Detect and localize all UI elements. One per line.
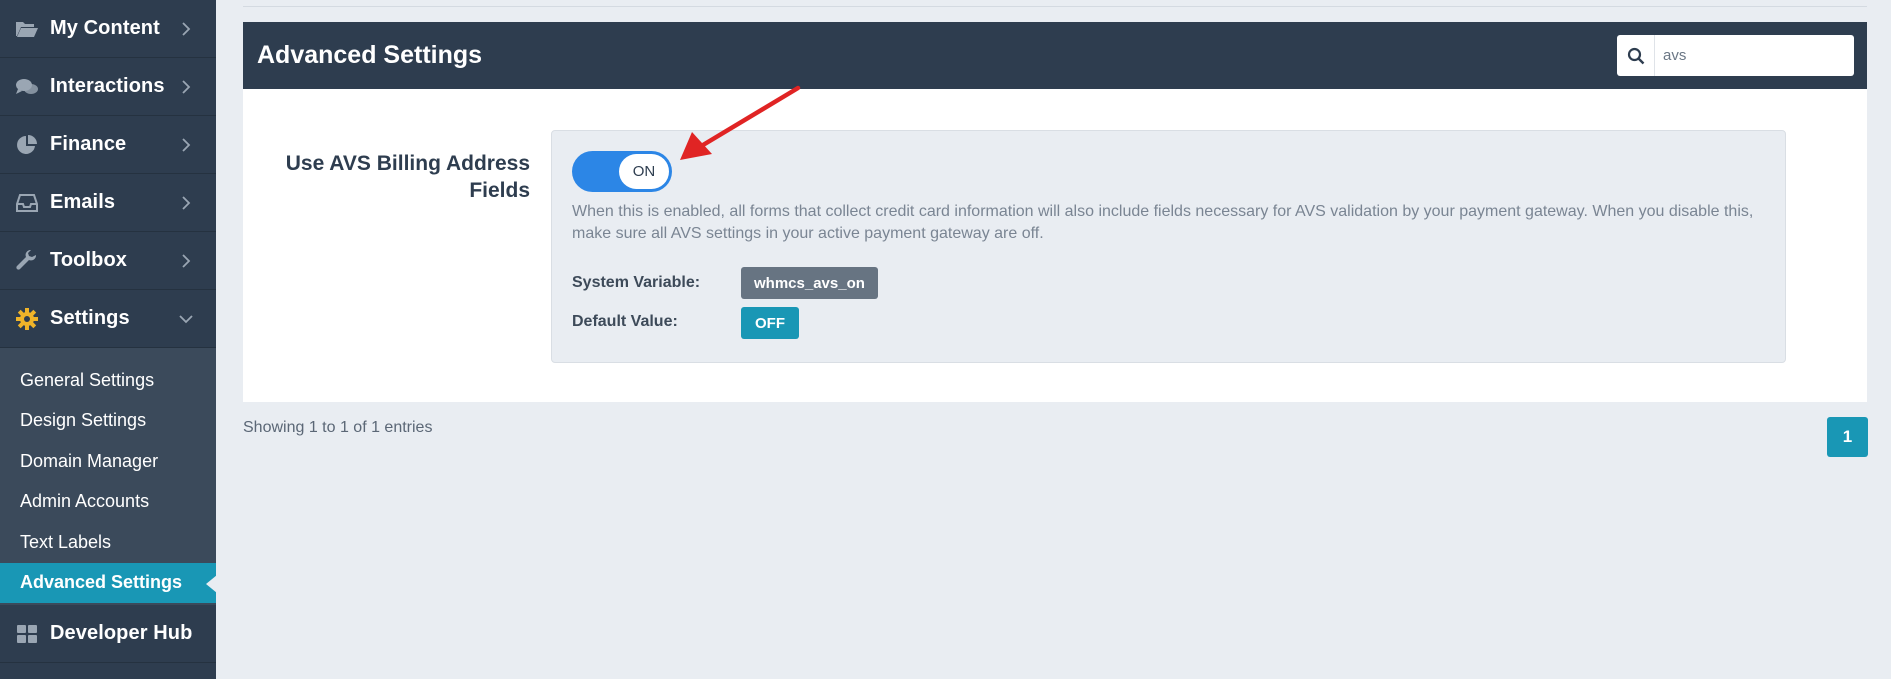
inbox-icon	[15, 191, 39, 215]
chevron-right-icon	[174, 191, 198, 215]
nav-item-toolbox[interactable]: Toolbox	[0, 232, 216, 290]
search-input[interactable]	[1655, 47, 1845, 64]
grid-icon	[15, 622, 39, 646]
nav-item-emails[interactable]: Emails	[0, 174, 216, 232]
entries-info: Showing 1 to 1 of 1 entries	[243, 419, 433, 436]
settings-submenu: General Settings Design Settings Domain …	[0, 348, 217, 605]
nav-item-my-content[interactable]: My Content	[0, 0, 216, 58]
system-variable-label: System Variable:	[572, 274, 701, 291]
submenu-item-design-settings[interactable]: Design Settings	[0, 401, 216, 442]
nav-item-label: Toolbox	[50, 249, 127, 271]
chevron-right-icon	[174, 249, 198, 273]
default-value-badge: OFF	[741, 307, 799, 339]
nav-item-interactions[interactable]: Interactions	[0, 58, 216, 116]
submenu-item-advanced-settings[interactable]: Advanced Settings	[0, 562, 217, 603]
setting-label-line: Fields	[469, 179, 530, 202]
setting-label: Use AVS Billing Address Fields	[260, 150, 530, 204]
system-variable-badge: whmcs_avs_on	[741, 267, 878, 299]
nav-item-label: Emails	[50, 191, 116, 213]
search-icon	[1617, 35, 1655, 76]
chevron-right-icon	[174, 75, 198, 99]
submenu-item-text-labels[interactable]: Text Labels	[0, 522, 216, 563]
nav-item-settings[interactable]: Settings	[0, 290, 216, 348]
sidebar: My Content Interactions Finance Emails T…	[0, 0, 217, 679]
submenu-item-general-settings[interactable]: General Settings	[0, 360, 216, 401]
nav-item-label: Settings	[50, 307, 130, 329]
panel-header: Advanced Settings	[243, 22, 1867, 89]
folder-open-icon	[15, 17, 39, 41]
page-title: Advanced Settings	[257, 41, 483, 69]
submenu-item-admin-accounts[interactable]: Admin Accounts	[0, 482, 216, 523]
avs-toggle[interactable]: ON	[572, 151, 672, 192]
default-value-label: Default Value:	[572, 313, 678, 330]
nav-item-finance[interactable]: Finance	[0, 116, 216, 174]
gear-icon	[15, 307, 39, 331]
divider	[243, 6, 1867, 7]
comments-icon	[15, 75, 39, 99]
pagination-page-1[interactable]: 1	[1827, 417, 1868, 457]
nav-item-developer-hub[interactable]: Developer Hub	[0, 605, 216, 663]
toggle-knob: ON	[619, 154, 669, 189]
setting-label-line: Use AVS Billing Address	[285, 152, 530, 175]
setting-description: When this is enabled, all forms that col…	[572, 203, 1754, 242]
chevron-right-icon	[174, 17, 198, 41]
chevron-down-icon	[174, 307, 198, 331]
wrench-icon	[15, 249, 39, 273]
nav-item-label: Finance	[50, 133, 127, 155]
nav-item-label: My Content	[50, 17, 160, 39]
annotation-arrow-icon	[680, 85, 801, 160]
nav-item-label: Developer Hub	[50, 622, 193, 644]
chevron-right-icon	[174, 133, 198, 157]
submenu-item-domain-manager[interactable]: Domain Manager	[0, 441, 216, 482]
search-box[interactable]	[1617, 35, 1854, 76]
pie-chart-icon	[15, 133, 39, 157]
nav-item-label: Interactions	[50, 75, 165, 97]
